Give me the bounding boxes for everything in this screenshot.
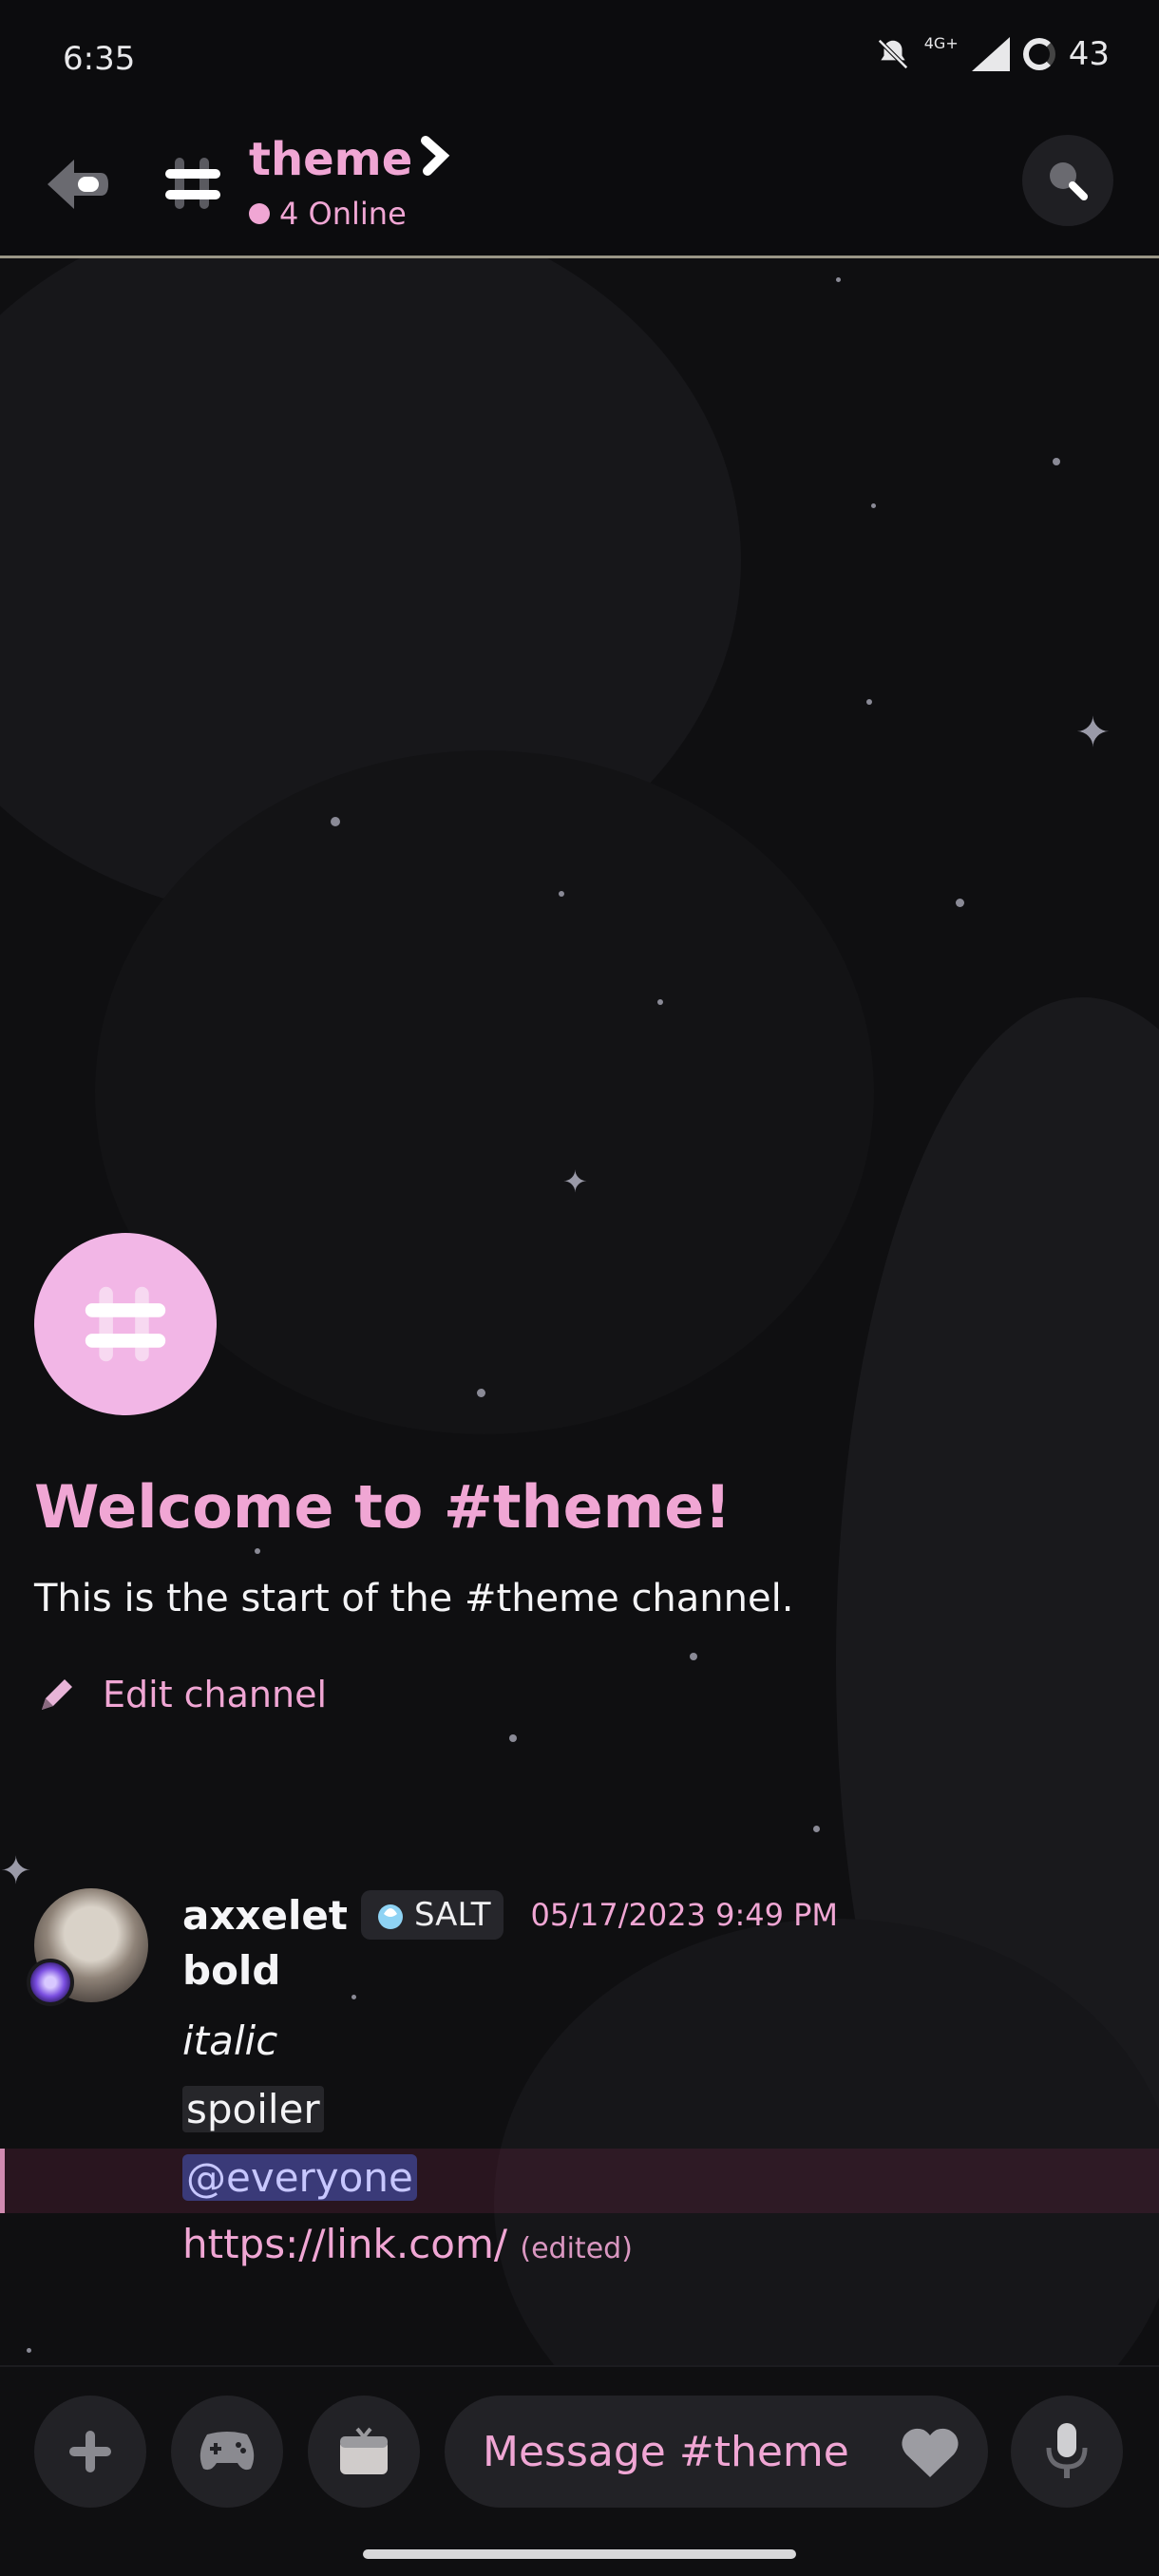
activities-button[interactable] bbox=[171, 2396, 283, 2508]
salt-tag-icon bbox=[377, 1904, 403, 1929]
add-attachment-button[interactable] bbox=[34, 2396, 146, 2508]
everyone-mention[interactable]: @everyone bbox=[182, 2154, 417, 2201]
message-input[interactable]: Message #theme bbox=[445, 2396, 988, 2508]
online-count: 4 Online bbox=[279, 196, 407, 232]
edit-channel-label: Edit channel bbox=[103, 1674, 328, 1715]
signal-icon bbox=[971, 36, 1010, 71]
battery-icon bbox=[1022, 37, 1055, 70]
message-username[interactable]: axxelet bbox=[182, 1892, 348, 1939]
back-button[interactable] bbox=[42, 146, 118, 222]
chevron-right-icon[interactable] bbox=[418, 135, 450, 186]
hash-icon bbox=[165, 158, 220, 209]
gamepad-icon bbox=[200, 2432, 255, 2471]
edited-label: (edited) bbox=[520, 2232, 633, 2265]
status-time: 6:35 bbox=[63, 40, 136, 78]
message-timestamp: 05/17/2023 9:49 PM bbox=[530, 1897, 839, 1933]
plus-icon bbox=[69, 2431, 111, 2472]
status-icons: 4G+ 43 bbox=[875, 34, 1110, 73]
welcome-subtitle: This is the start of the #theme channel. bbox=[34, 1577, 794, 1620]
channel-icon-avatar bbox=[34, 1233, 217, 1415]
battery-level: 43 bbox=[1068, 34, 1110, 73]
back-arrow-icon bbox=[48, 160, 108, 209]
message-spoiler[interactable]: spoiler bbox=[182, 2086, 324, 2132]
gift-button[interactable] bbox=[308, 2396, 420, 2508]
composer-bar: Message #theme bbox=[0, 2365, 1159, 2576]
welcome-title: Welcome to #theme! bbox=[34, 1472, 732, 1542]
guild-tag[interactable]: SALT bbox=[360, 1890, 504, 1940]
heart-icon[interactable] bbox=[899, 2424, 961, 2481]
hash-icon bbox=[85, 1286, 166, 1362]
channel-header: theme 4 Online bbox=[0, 123, 1159, 258]
microphone-icon bbox=[1046, 2423, 1088, 2478]
network-label: 4G+ bbox=[923, 34, 959, 52]
home-indicator[interactable] bbox=[363, 2549, 796, 2559]
voice-message-button[interactable] bbox=[1011, 2396, 1123, 2508]
message-input-placeholder: Message #theme bbox=[483, 2427, 849, 2476]
status-bar: 6:35 4G+ 43 bbox=[0, 0, 1159, 123]
guild-tag-label: SALT bbox=[413, 1896, 491, 1934]
online-dot bbox=[249, 203, 270, 224]
mute-bell-icon bbox=[877, 38, 908, 69]
online-status: 4 Online bbox=[249, 196, 407, 232]
message-line-bold: bold bbox=[182, 1947, 281, 1994]
channel-title[interactable]: theme bbox=[249, 133, 412, 186]
message-link-line: https://link.com/ (edited) bbox=[182, 2221, 633, 2267]
pencil-icon bbox=[42, 1679, 72, 1710]
edit-channel-button[interactable]: Edit channel bbox=[36, 1674, 327, 1715]
avatar-decoration-badge bbox=[27, 1959, 74, 2006]
search-icon bbox=[1050, 162, 1088, 200]
mention-highlight bbox=[0, 2149, 1159, 2213]
message-header: axxelet SALT 05/17/2023 9:49 PM bbox=[182, 1890, 838, 1940]
search-button[interactable] bbox=[1022, 135, 1113, 226]
message-link[interactable]: https://link.com/ bbox=[182, 2221, 507, 2267]
message-line-italic: italic bbox=[182, 2017, 278, 2064]
gift-icon bbox=[340, 2427, 388, 2474]
